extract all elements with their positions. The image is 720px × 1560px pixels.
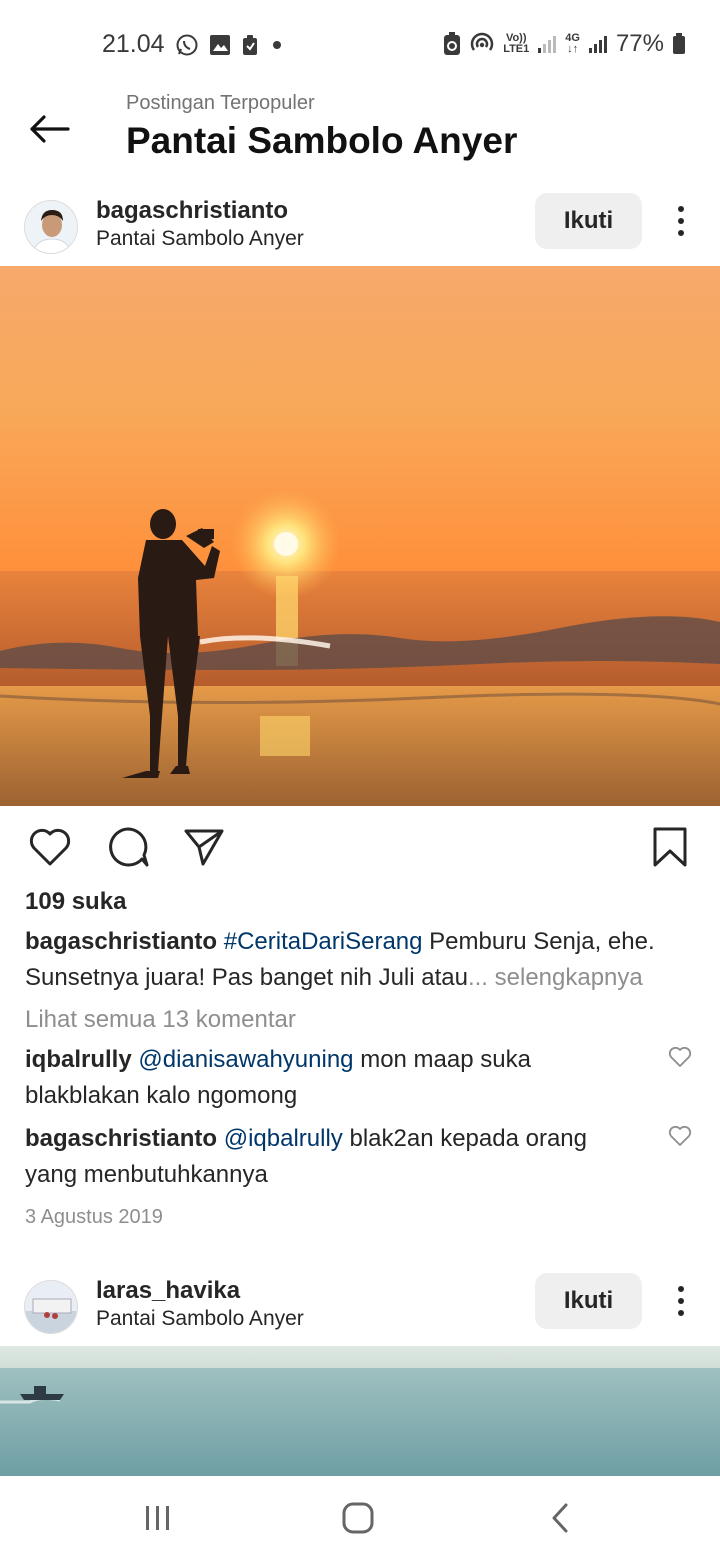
volte-icon: Vo)) LTE1 [503, 32, 530, 55]
avatar[interactable] [24, 1280, 78, 1334]
comment-button[interactable] [104, 824, 152, 870]
comment-username[interactable]: bagaschristianto [25, 1125, 217, 1152]
battery-saver-icon [443, 32, 461, 56]
back-button[interactable] [24, 108, 74, 150]
sunset-beach-photo [0, 266, 720, 806]
signal-weak-icon [537, 34, 557, 54]
whatsapp-icon [175, 33, 199, 57]
post-image[interactable] [0, 1346, 720, 1476]
status-bar: 21.04 Vo)) LTE1 4G ↓↑ 77% [0, 0, 720, 92]
heart-icon [29, 828, 71, 866]
clipboard-icon [241, 34, 259, 56]
caption-text-1: Pemburu Senja, ehe. [422, 928, 655, 955]
comment-username[interactable]: iqbalrully [25, 1046, 132, 1073]
chevron-left-icon [552, 1503, 568, 1533]
post-header: bagaschristianto Pantai Sambolo Anyer Ik… [0, 193, 720, 263]
send-icon [184, 829, 224, 866]
notification-dot-icon [269, 37, 285, 53]
caption-username[interactable]: bagaschristianto [25, 928, 217, 955]
share-button[interactable] [180, 824, 228, 870]
more-vertical-icon [678, 206, 684, 212]
nav-back-button[interactable] [530, 1494, 590, 1542]
page-header: Postingan Terpopuler Pantai Sambolo Anye… [0, 88, 720, 178]
status-time: 21.04 [102, 30, 165, 58]
battery-percent: 77% [615, 30, 664, 57]
comment-mention[interactable]: @dianisawahyuning [138, 1046, 353, 1073]
sea-boat-photo [0, 1346, 720, 1476]
comment-mention[interactable]: @iqbalrully [224, 1125, 343, 1152]
more-vertical-icon [678, 1286, 684, 1292]
comment-like-button[interactable] [668, 1046, 692, 1068]
network-4g-icon: 4G ↓↑ [565, 32, 580, 55]
recent-apps-icon [146, 1506, 169, 1530]
battery-icon [672, 33, 686, 55]
bookmark-icon [653, 827, 687, 867]
hotspot-icon [469, 32, 495, 56]
comment-item: iqbalrully @dianisawahyuning mon maap su… [25, 1042, 645, 1114]
post-date: 3 Agustus 2019 [25, 1206, 163, 1228]
view-all-comments[interactable]: Lihat semua 13 komentar [25, 1006, 296, 1034]
recent-apps-button[interactable] [128, 1494, 188, 1542]
comment-like-button[interactable] [668, 1125, 692, 1147]
post-username[interactable]: laras_havika [96, 1277, 240, 1305]
follow-button[interactable]: Ikuti [535, 1273, 642, 1329]
caption-line-2: Sunsetnya juara! Pas banget nih Juli ata… [25, 964, 643, 992]
signal-strong-icon [588, 34, 608, 54]
caption-hashtag[interactable]: #CeritaDariSerang [224, 928, 423, 955]
more-options-button[interactable] [664, 203, 698, 239]
comment-item: bagaschristianto @iqbalrully blak2an kep… [25, 1121, 645, 1193]
like-button[interactable] [26, 824, 74, 870]
likes-count[interactable]: 109 suka [25, 888, 126, 916]
home-icon [342, 1502, 374, 1534]
comment-icon [109, 827, 149, 867]
arrow-left-icon [30, 115, 70, 143]
avatar[interactable] [24, 200, 78, 254]
post-location[interactable]: Pantai Sambolo Anyer [96, 1307, 304, 1331]
heart-icon [668, 1046, 692, 1067]
post-image[interactable] [0, 266, 720, 806]
post-header: laras_havika Pantai Sambolo Anyer Ikuti [0, 1273, 720, 1343]
follow-button[interactable]: Ikuti [535, 193, 642, 249]
post-location[interactable]: Pantai Sambolo Anyer [96, 227, 304, 251]
post-actions [0, 824, 720, 870]
page-subtitle: Postingan Terpopuler [126, 92, 315, 114]
page-title: Pantai Sambolo Anyer [126, 120, 518, 161]
post-username[interactable]: bagaschristianto [96, 197, 288, 225]
home-button[interactable] [328, 1494, 388, 1542]
system-nav-bar [0, 1476, 720, 1560]
more-options-button[interactable] [664, 1283, 698, 1319]
save-button[interactable] [646, 824, 694, 870]
caption-line-1: bagaschristianto #CeritaDariSerang Pembu… [25, 928, 655, 956]
gallery-icon [209, 34, 231, 56]
caption-more-link[interactable]: ... selengkapnya [468, 964, 643, 991]
caption-text-2: Sunsetnya juara! Pas banget nih Juli ata… [25, 964, 468, 991]
heart-icon [668, 1125, 692, 1146]
